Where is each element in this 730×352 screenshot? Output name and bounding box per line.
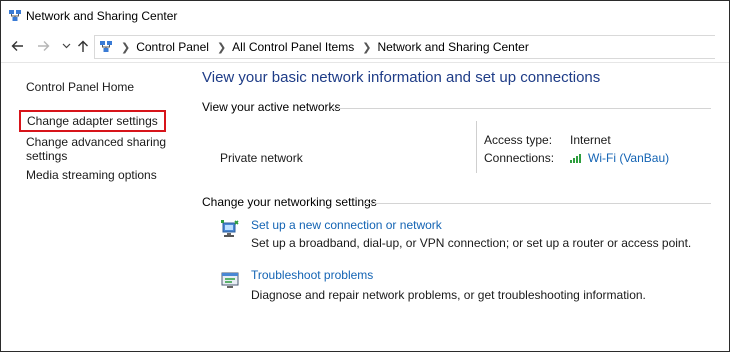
sidebar: Control Panel Home Change adapter settin… xyxy=(1,63,191,351)
wifi-connection-link[interactable]: Wi-Fi (VanBau) xyxy=(570,151,669,165)
chevron-right-icon[interactable]: ❯ xyxy=(362,41,371,54)
network-sharing-window: Network and Sharing Center ❯ Control Pan… xyxy=(0,0,730,352)
wifi-connection-label[interactable]: Wi-Fi (VanBau) xyxy=(588,151,669,165)
title-bar: Network and Sharing Center xyxy=(1,1,729,31)
access-type-label: Access type: xyxy=(484,133,553,147)
arrow-up-icon xyxy=(78,40,88,52)
main-panel: View your basic network information and … xyxy=(191,63,729,351)
setup-connection-description: Set up a broadband, dial-up, or VPN conn… xyxy=(251,236,692,250)
control-panel-icon xyxy=(100,41,112,52)
arrow-right-icon xyxy=(37,41,49,51)
divider xyxy=(331,108,711,109)
troubleshoot-icon xyxy=(221,272,239,288)
page-title: View your basic network information and … xyxy=(202,69,601,86)
address-toolbar: ❯ Control Panel ❯ All Control Panel Item… xyxy=(1,32,729,63)
sidebar-change-advanced-sharing[interactable]: Change advanced sharing settings xyxy=(26,135,176,163)
sidebar-media-streaming[interactable]: Media streaming options xyxy=(26,168,157,182)
breadcrumb-control-panel[interactable]: Control Panel xyxy=(136,40,209,54)
breadcrumb-all-items[interactable]: All Control Panel Items xyxy=(232,40,354,54)
change-settings-label: Change your networking settings xyxy=(202,195,377,209)
active-networks-label: View your active networks xyxy=(202,100,341,114)
forward-button[interactable] xyxy=(35,38,51,54)
troubleshoot-problems-link[interactable]: Troubleshoot problems xyxy=(251,268,373,282)
wifi-signal-icon xyxy=(570,154,581,163)
arrow-left-icon xyxy=(11,41,23,51)
network-name: Private network xyxy=(220,151,303,165)
chevron-right-icon: ❯ xyxy=(121,41,131,54)
sidebar-control-panel-home[interactable]: Control Panel Home xyxy=(26,80,134,94)
breadcrumb-network-sharing[interactable]: Network and Sharing Center xyxy=(377,40,528,54)
sidebar-change-adapter-settings[interactable]: Change adapter settings xyxy=(19,110,166,132)
divider xyxy=(476,121,477,173)
divider xyxy=(365,203,711,204)
setup-connection-link[interactable]: Set up a new connection or network xyxy=(251,218,442,232)
chevron-right-icon[interactable]: ❯ xyxy=(217,41,226,54)
connections-label: Connections: xyxy=(484,151,555,165)
new-connection-icon xyxy=(221,220,239,237)
chevron-down-icon xyxy=(62,43,70,49)
back-button[interactable] xyxy=(9,38,25,54)
troubleshoot-description: Diagnose and repair network problems, or… xyxy=(251,288,646,302)
recent-locations-button[interactable] xyxy=(58,38,74,54)
up-button[interactable] xyxy=(75,38,91,54)
network-center-icon xyxy=(9,10,21,21)
window-title: Network and Sharing Center xyxy=(26,9,178,23)
address-bar[interactable]: ❯ Control Panel ❯ All Control Panel Item… xyxy=(94,35,715,59)
access-type-value: Internet xyxy=(570,133,611,147)
